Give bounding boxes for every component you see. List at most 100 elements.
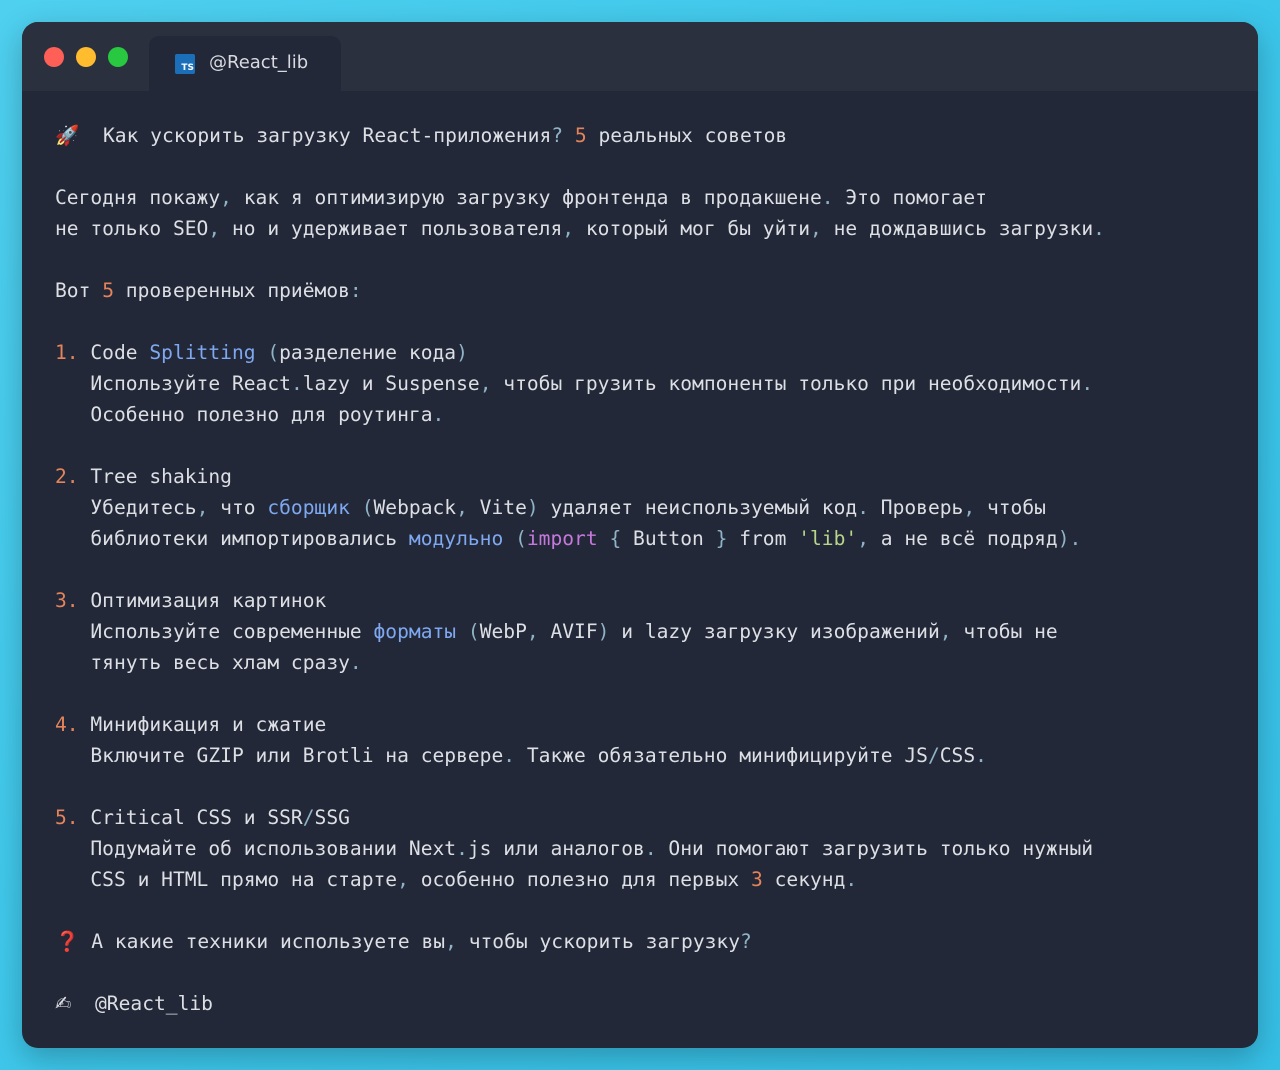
code-token: ).: [1057, 527, 1082, 550]
code-token: }: [715, 527, 728, 550]
code-token: удаляет неиспользуемый код: [538, 496, 858, 519]
code-token: .: [1081, 372, 1094, 395]
tab-react-lib[interactable]: TS @React_lib: [149, 36, 341, 91]
code-line: 4. Минификация и сжатие: [55, 709, 1248, 740]
code-token: Webpack: [373, 496, 457, 519]
code-token: .: [1093, 217, 1105, 240]
minimize-window-button[interactable]: [76, 47, 96, 67]
code-token: Используйте современные: [55, 620, 374, 643]
code-token: (: [515, 527, 527, 550]
code-token: WebP: [479, 620, 527, 643]
emoji-glyph: ✍: [55, 992, 72, 1015]
code-token: ,: [939, 620, 952, 643]
code-line: не только SEO, но и удерживает пользоват…: [55, 213, 1248, 244]
code-token: ,: [857, 527, 869, 550]
code-token: (: [267, 341, 280, 364]
code-token: библиотеки импортировались: [55, 527, 409, 550]
code-line: ❓ А какие техники используете вы, чтобы …: [55, 926, 1248, 957]
tab-title: @React_lib: [209, 52, 309, 73]
code-line: 1. Code Splitting (разделение кода): [55, 337, 1248, 368]
code-token: 2.: [55, 465, 79, 488]
code-token: .: [290, 372, 303, 395]
code-token: Вот: [55, 279, 103, 302]
title-bar: TS @React_lib: [22, 22, 1258, 91]
code-token: что: [208, 496, 268, 519]
code-token: проверенных приёмов: [113, 279, 350, 302]
code-line: Особенно полезно для роутинга.: [55, 399, 1248, 430]
code-token: Также обязательно минифицируйте JS: [515, 744, 928, 767]
code-token: Splitting: [149, 341, 256, 364]
code-token: ❓: [55, 930, 80, 953]
code-line: Вот 5 проверенных приёмов:: [55, 275, 1248, 306]
code-token: форматы: [373, 620, 457, 643]
code-token: А какие техники используете вы: [79, 930, 446, 953]
code-token: Минификация и сжатие: [78, 713, 327, 736]
close-window-button[interactable]: [44, 47, 64, 67]
code-token: особенно полезно для первых: [408, 868, 752, 891]
code-token: js или аналогов: [467, 837, 645, 860]
code-token: Как ускорить загрузку React-приложения: [79, 124, 552, 147]
maximize-window-button[interactable]: [108, 47, 128, 67]
code-token: чтобы: [975, 496, 1046, 519]
code-token: 'lib': [798, 527, 858, 550]
code-token: ,: [963, 496, 976, 519]
code-token: ?: [551, 124, 564, 147]
typescript-icon-label: TS: [181, 63, 194, 73]
code-token: {: [609, 527, 622, 550]
code-token: ,: [456, 496, 468, 519]
code-line: ✍ @React_lib: [55, 988, 1248, 1019]
code-token: (: [467, 620, 480, 643]
code-token: чтобы грузить компоненты только при необ…: [491, 372, 1082, 395]
code-token: .: [349, 651, 362, 674]
code-token: 5.: [55, 806, 79, 829]
code-token: и lazy загрузку изображений: [609, 620, 940, 643]
code-token: ): [526, 496, 539, 519]
code-token: lazy и Suspense: [302, 372, 480, 395]
code-line: 2. Tree shaking: [55, 461, 1248, 492]
code-line: библиотеки импортировались модульно (imp…: [55, 523, 1248, 554]
code-token: тянуть весь хлам сразу: [55, 651, 350, 674]
code-token: чтобы ускорить загрузку: [456, 930, 741, 953]
code-token: сборщик: [267, 496, 350, 519]
code-token: .: [644, 837, 657, 860]
code-token: не только SEO: [55, 217, 209, 240]
code-line: Используйте современные форматы (WebP, A…: [55, 616, 1248, 647]
code-token: 3.: [55, 589, 79, 612]
code-line: Включите GZIP или Brotli на сервере. Так…: [55, 740, 1248, 771]
code-token: Проверь: [868, 496, 964, 519]
code-token: Они помогают загрузить только нужный: [656, 837, 1094, 860]
code-token: ,: [445, 930, 457, 953]
code-token: .: [432, 403, 445, 426]
code-token: который мог бы уйти: [574, 217, 810, 240]
code-token: Button: [621, 527, 716, 550]
code-window: TS @React_lib 🚀 Как ускорить загрузку Re…: [22, 22, 1258, 1048]
code-line: тянуть весь хлам сразу.: [55, 647, 1248, 678]
code-token: ,: [526, 620, 539, 643]
code-line: Используйте React.lazy и Suspense, чтобы…: [55, 368, 1248, 399]
code-token: SSG: [314, 806, 350, 829]
code-line: 3. Оптимизация картинок: [55, 585, 1248, 616]
code-token: не дождавшись загрузки: [821, 217, 1094, 240]
code-token: from: [727, 527, 799, 550]
code-token: .: [845, 868, 858, 891]
code-token: ,: [479, 372, 492, 395]
code-token: Подумайте об использовании Next: [55, 837, 457, 860]
code-token: .: [975, 744, 987, 767]
code-token: но и удерживает пользователя: [220, 217, 563, 240]
code-token: 5: [102, 279, 114, 302]
code-token: Code: [78, 341, 150, 364]
code-token: разделение кода: [279, 341, 457, 364]
code-token: Используйте React: [55, 372, 291, 395]
